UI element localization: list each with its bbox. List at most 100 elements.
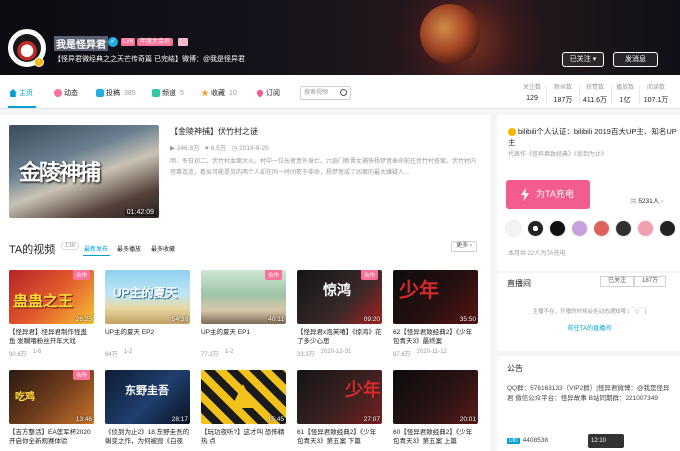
video-card[interactable]: 吃鸡 合作 13:46 【吉方整活】EA莲军杯2020 开启你全新观赛体验: [9, 370, 94, 446]
video-thumbnail[interactable]: 惊鸿 合作 09:20: [297, 270, 382, 324]
charge-button[interactable]: 为TA充电: [506, 180, 590, 209]
video-title[interactable]: UP主的夏天 EP2: [105, 328, 190, 346]
featured-date: 2019-9-20: [239, 145, 269, 152]
follow-button[interactable]: 已关注 ▾: [562, 52, 604, 67]
avatar[interactable]: [571, 220, 588, 237]
divider: [611, 86, 612, 104]
video-extra: 1-2: [224, 349, 234, 355]
play-icon: ▶: [170, 145, 175, 152]
video-card[interactable]: 惊鸿 合作 09:20 【怪异君x泡芙嘻】《惊鸿》花了多少心思 33.3万 202…: [297, 270, 382, 358]
medal-icon: [178, 38, 188, 46]
more-videos-button[interactable]: 更多 ›: [451, 241, 477, 252]
video-card[interactable]: 少年 27:07 61【怪异君致经典2】《少年包青天3》第五案 下篇: [297, 370, 382, 446]
tab-dynamic[interactable]: 动态: [54, 88, 78, 98]
video-title[interactable]: 《侦到为止2》18.东野圭吾的蝌变之作，为何被毁《白夜: [105, 428, 190, 446]
avatar[interactable]: [505, 220, 522, 237]
video-card[interactable]: 少年 35:50 62【怪异君致经典2】《少年包青天3》最终案 87.6万 202…: [393, 270, 478, 358]
featured-video-title[interactable]: 【金陵神捕】伏竹村之谜: [170, 126, 258, 137]
charge-note: 本月共 22人为TA充电: [508, 251, 566, 257]
video-thumbnail[interactable]: 少年 35:50: [393, 270, 478, 324]
sort-most-favorited[interactable]: 最多收藏: [151, 244, 175, 253]
tab-favorites[interactable]: 收藏 10: [201, 88, 237, 98]
video-title[interactable]: 【玩功夜听?】这才叫 恐怖精 热 点: [201, 428, 286, 446]
video-thumbnail[interactable]: 蛊蛊之王 合作 26:25: [9, 270, 94, 324]
sort-latest[interactable]: 最新发布: [84, 244, 108, 253]
video-title[interactable]: UP主的夏天 EP1: [201, 328, 286, 346]
tab-channels[interactable]: 频道 5: [152, 88, 184, 98]
avatar[interactable]: [659, 220, 676, 237]
video-card[interactable]: 合作 40:11 UP主的夏天 EP1 77.2万 1-2: [201, 270, 286, 358]
like-icon: ♥: [205, 145, 209, 152]
home-icon: [9, 89, 17, 97]
video-card[interactable]: 20:01 60【怪异君致经典2】《少年包青天3》第五案 上篇: [393, 370, 478, 446]
search-icon[interactable]: [340, 89, 347, 96]
video-card[interactable]: 15:45 【玩功夜听?】这才叫 恐怖精 热 点: [201, 370, 286, 446]
video-title[interactable]: 【怪异君】怪异君制作怪蛊 鱼 发糊喂粉丝开年大戏: [9, 328, 94, 346]
stat-label: 粉丝数: [553, 85, 572, 91]
verified-icon: [508, 128, 516, 137]
warning-icon: [231, 384, 255, 408]
live-follow-group: 已关注 187万: [600, 276, 667, 287]
video-thumbnail[interactable]: UP主的夏天 54:38: [105, 270, 190, 324]
banner-figure: [420, 4, 480, 64]
thumb-text: 吃鸡: [15, 392, 35, 403]
coop-tag: 合作: [264, 270, 282, 280]
video-extra: 2020-11-12: [416, 349, 447, 355]
avatar[interactable]: [637, 220, 654, 237]
video-duration: 35:50: [459, 316, 476, 323]
video-extra: 1-6: [32, 349, 42, 355]
sort-most-played[interactable]: 最多播放: [117, 244, 141, 253]
video-plays: 87.6万: [393, 352, 411, 358]
charge-label: 为TA充电: [536, 189, 574, 199]
channel-icon: [152, 89, 160, 97]
video-thumbnail[interactable]: 合作 40:11: [201, 270, 286, 324]
video-card[interactable]: UP主的夏天 54:38 UP主的夏天 EP2 64万 1-2: [105, 270, 190, 358]
tab-home[interactable]: 主页: [9, 88, 33, 98]
stat-following[interactable]: 关注数 129: [520, 82, 544, 102]
video-title[interactable]: 【怪异君x泡芙嘻】《惊鸿》花了多少心思: [297, 328, 382, 346]
avatar-verify-icon: ⚡: [34, 57, 44, 67]
tab-subscriptions[interactable]: 订阅: [255, 88, 280, 98]
avatar[interactable]: [593, 220, 610, 237]
video-thumbnail[interactable]: 20:01: [393, 370, 478, 424]
tab-home-label: 主页: [19, 90, 33, 97]
live-follow-button[interactable]: 已关注: [600, 276, 635, 287]
video-title[interactable]: 60【怪异君致经典2】《少年包青天3》第五案 上篇: [393, 428, 478, 446]
video-card[interactable]: 东野圭吾 28:17 《侦到为止2》18.东野圭吾的蝌变之作，为何被毁《白夜: [105, 370, 190, 446]
video-thumbnail[interactable]: 15:45: [201, 370, 286, 424]
featured-likes: 6.5万: [210, 145, 227, 152]
video-plays: 77.2万: [201, 352, 219, 358]
video-title[interactable]: 61【怪异君致经典2】《少年包青天3》第五案 下篇: [297, 428, 382, 446]
featured-video-thumbnail[interactable]: 金陵神捕 01:42:09: [9, 125, 159, 218]
thumb-text: UP主的夏天: [113, 286, 178, 300]
cert-label: bilibili个人认证：bilibili 2019百大UP主、知名UP主: [508, 127, 677, 147]
tab-channels-label: 频道: [162, 90, 176, 97]
thumb-text: 蛊蛊之王: [13, 293, 74, 310]
video-title[interactable]: 【吉方整活】EA莲军杯2020 开启你全新观赛体验: [9, 428, 94, 446]
video-thumbnail[interactable]: 东野圭吾 28:17: [105, 370, 190, 424]
video-card[interactable]: 蛊蛊之王 合作 26:25 【怪异君】怪异君制作怪蛊 鱼 发糊喂粉丝开年大戏 9…: [9, 270, 94, 358]
vip-badge[interactable]: 年度大会员: [137, 38, 174, 46]
video-meta: 77.2万 1-2: [201, 349, 286, 358]
stat-fans[interactable]: 粉丝数 187万: [550, 82, 576, 105]
avatar[interactable]: [615, 220, 632, 237]
tab-favorites-count: 10: [229, 89, 237, 97]
avatar[interactable]: [527, 220, 544, 237]
live-room-link[interactable]: 前往TA的直播间: [507, 323, 672, 332]
bolt-icon: [521, 188, 529, 201]
message-button[interactable]: 发消息: [613, 52, 658, 67]
featured-plays: 246.8万: [176, 145, 200, 152]
video-thumbnail[interactable]: 吃鸡 合作 13:46: [9, 370, 94, 424]
thumb-text: 少年: [399, 278, 439, 302]
video-thumbnail[interactable]: 少年 27:07: [297, 370, 382, 424]
stat-value: 411.6万: [583, 97, 607, 104]
tab-subscriptions-label: 订阅: [266, 90, 280, 97]
featured-duration: 01:42:09: [124, 209, 156, 216]
video-title[interactable]: 62【怪异君致经典2】《少年包青天3》最终案: [393, 328, 478, 346]
video-duration: 09:20: [363, 316, 380, 323]
avatar[interactable]: [549, 220, 566, 237]
tab-uploads[interactable]: 投稿 385: [96, 88, 136, 98]
video-meta: 33.3万 2020-12-31: [297, 349, 382, 358]
video-duration: 27:07: [363, 416, 380, 423]
coop-tag: 合作: [360, 270, 378, 280]
